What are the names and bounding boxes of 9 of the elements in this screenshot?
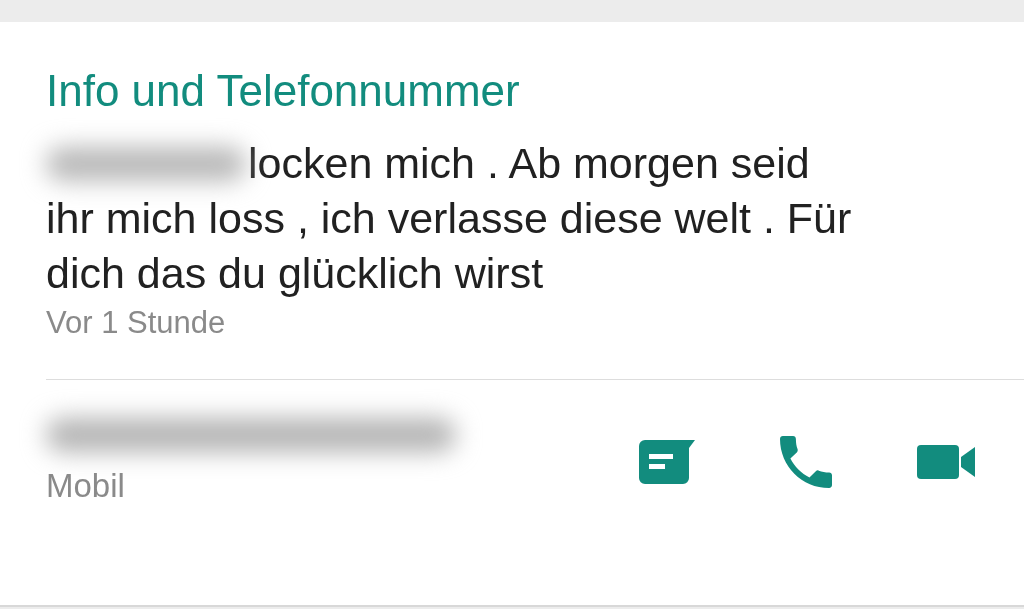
section-title: Info und Telefonnummer xyxy=(46,66,520,116)
about-text-line: ihr mich loss , ich verlasse diese welt . Für xyxy=(46,193,852,244)
phone-icon[interactable] xyxy=(780,436,832,488)
video-camera-icon[interactable] xyxy=(917,445,975,479)
about-text-line: locken mich . Ab morgen seid xyxy=(248,138,810,189)
phone-type-label: Mobil xyxy=(46,466,125,506)
about-text-line: dich das du glücklich wirst xyxy=(46,248,544,299)
timestamp: Vor 1 Stunde xyxy=(46,304,226,342)
message-icon[interactable] xyxy=(639,440,695,484)
